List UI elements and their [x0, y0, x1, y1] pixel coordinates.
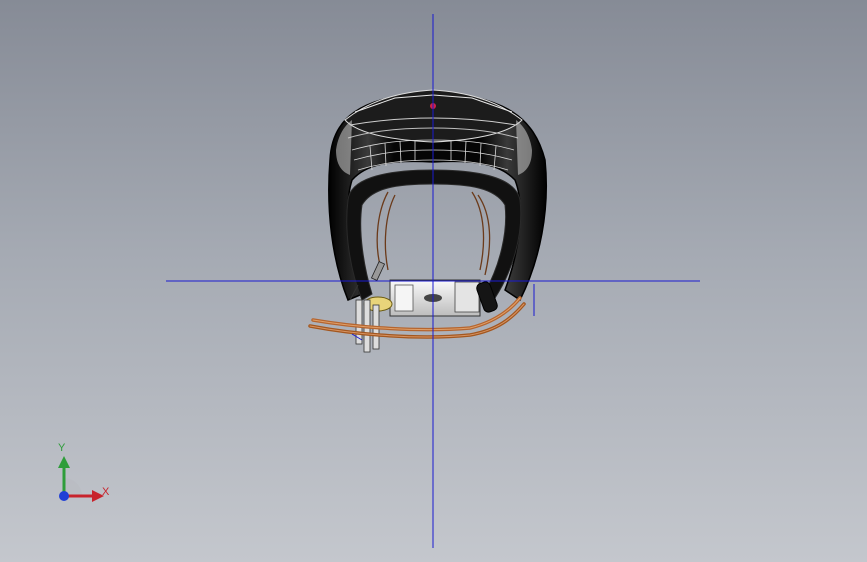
model-scene[interactable]	[0, 0, 867, 562]
graphics-viewport[interactable]: Y X	[0, 0, 867, 562]
view-orientation-triad[interactable]: Y X	[48, 440, 118, 510]
y-axis-label: Y	[58, 442, 66, 454]
helmet-shell[interactable]	[328, 89, 548, 302]
origin-axes	[166, 14, 700, 548]
x-axis-label: X	[102, 486, 110, 498]
electronics-module[interactable]	[363, 261, 499, 317]
z-axis-origin-icon	[59, 491, 69, 501]
